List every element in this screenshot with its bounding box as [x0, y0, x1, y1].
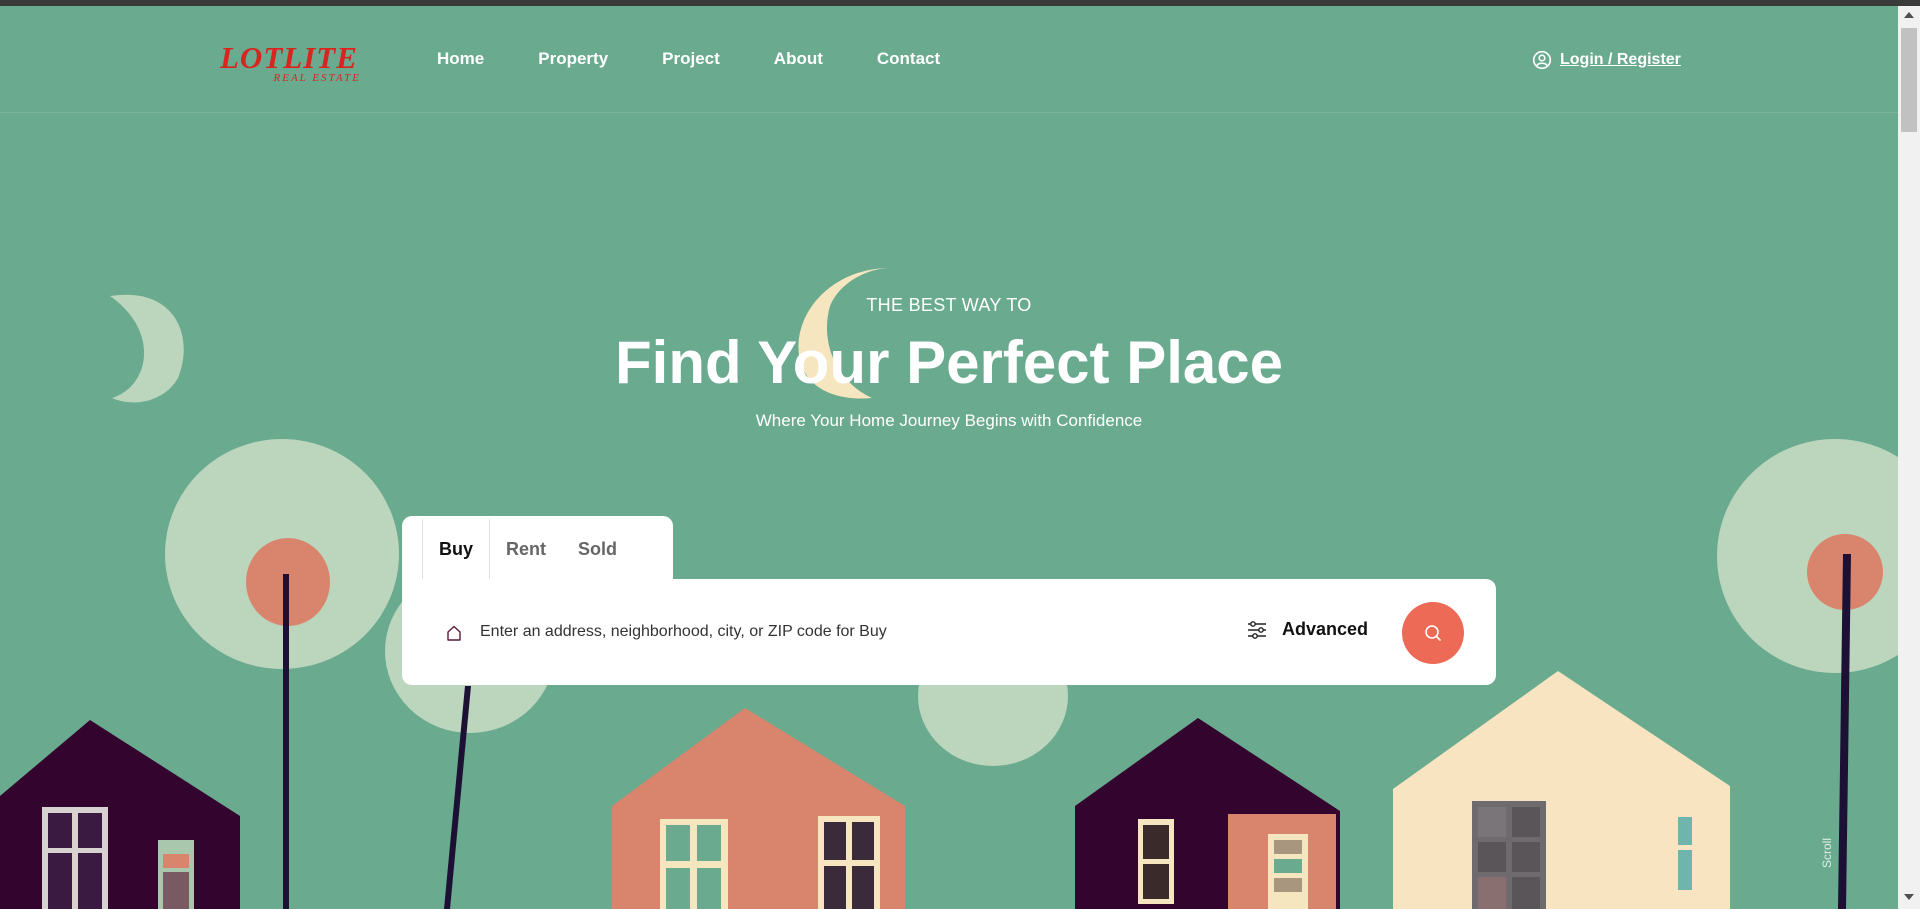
scroll-indicator[interactable]: Scroll	[1820, 838, 1834, 868]
sliders-icon	[1248, 620, 1266, 639]
advanced-button[interactable]: Advanced	[1246, 619, 1368, 640]
search-button[interactable]	[1402, 602, 1464, 664]
brand-logo[interactable]: LOTLITE REAL ESTATE	[220, 40, 365, 88]
login-register-label: Login / Register	[1560, 51, 1681, 68]
nav-project[interactable]: Project	[662, 49, 720, 69]
hero-illustration	[0, 268, 1898, 909]
advanced-label: Advanced	[1282, 619, 1369, 639]
nav-home[interactable]: Home	[437, 49, 484, 69]
tab-sold[interactable]: Sold	[562, 519, 633, 579]
hero-section: LOTLITE REAL ESTATE Home Property Projec…	[0, 6, 1898, 909]
search-input[interactable]	[480, 617, 1100, 647]
scroll-down-arrow-icon[interactable]	[1904, 894, 1914, 900]
nav-contact[interactable]: Contact	[877, 49, 940, 69]
scrollbar-thumb[interactable]	[1901, 28, 1917, 132]
scroll-up-arrow-icon[interactable]	[1904, 12, 1914, 18]
user-circle-icon	[1532, 50, 1552, 70]
search-tabs: Buy Rent Sold	[402, 516, 673, 582]
hero-title: Find Your Perfect Place	[615, 329, 1283, 396]
hero-eyebrow: THE BEST WAY TO	[866, 295, 1032, 315]
nav-about[interactable]: About	[774, 49, 823, 69]
home-icon	[447, 625, 461, 641]
tab-rent[interactable]: Rent	[490, 519, 562, 579]
page-scrollbar[interactable]	[1898, 6, 1920, 909]
nav-property[interactable]: Property	[538, 49, 608, 69]
brand-name: LOTLITE	[220, 40, 358, 75]
hero-subtitle: Where Your Home Journey Begins with Conf…	[755, 411, 1143, 430]
login-register-link[interactable]: Login / Register	[1532, 50, 1681, 70]
search-bar: Advanced	[402, 579, 1496, 685]
brand-tagline: REAL ESTATE	[273, 72, 361, 84]
main-nav: Home Property Project About Contact	[437, 49, 994, 69]
search-icon	[1425, 625, 1441, 641]
site-header: LOTLITE REAL ESTATE Home Property Projec…	[0, 6, 1898, 113]
tab-buy[interactable]: Buy	[422, 519, 491, 579]
